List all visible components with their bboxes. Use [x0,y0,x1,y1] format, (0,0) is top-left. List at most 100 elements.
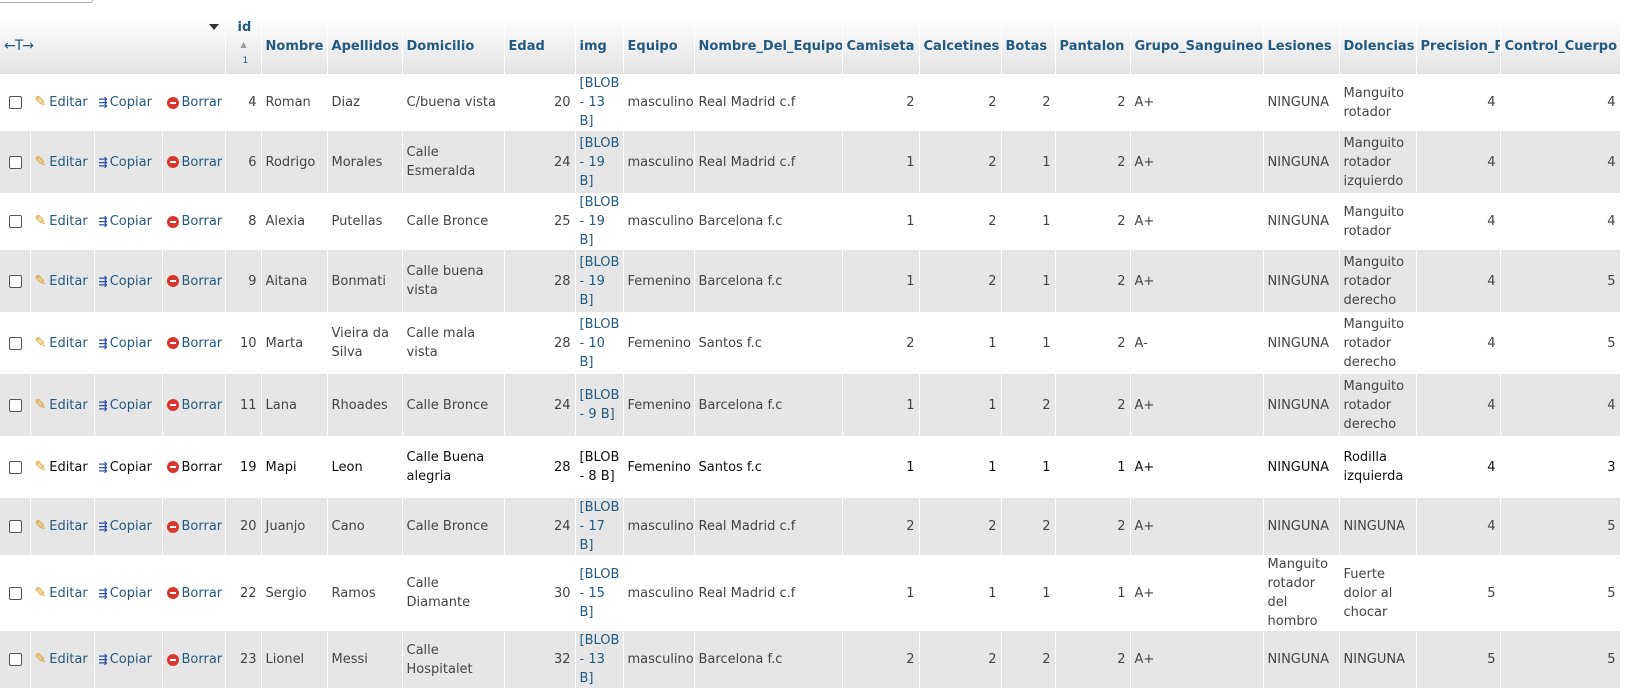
copy-icon[interactable]: ⇶ [99,650,108,669]
pencil-icon[interactable]: ✎ [35,334,47,353]
copy-icon[interactable]: ⇶ [99,517,108,536]
cell-img[interactable]: [BLOB - 15 B] [575,555,624,631]
column-header-img[interactable]: img [575,18,624,74]
delete-button-label[interactable]: Borrar [182,336,223,351]
copy-button[interactable]: ⇶ Copiar [94,131,163,193]
column-header-dolencias[interactable]: Dolencias [1339,18,1417,74]
delete-button-label[interactable]: Borrar [182,155,223,170]
copy-button-label[interactable]: Copiar [110,652,152,667]
column-header-botas[interactable]: Botas [1001,18,1056,74]
pencil-icon[interactable]: ✎ [35,517,47,536]
delete-icon[interactable] [166,587,179,599]
copy-button-label[interactable]: Copiar [110,460,152,475]
column-header-nombre[interactable]: Nombre [261,18,328,74]
delete-button[interactable]: Borrar [162,131,226,193]
edit-button[interactable]: ✎ Editar [30,193,95,250]
copy-button-label[interactable]: Copiar [110,155,152,170]
column-header-pantalon[interactable]: Pantalon [1055,18,1131,74]
delete-button-label[interactable]: Borrar [182,652,223,667]
cell-img[interactable]: [BLOB - 19 B] [575,250,624,312]
delete-button[interactable]: Borrar [162,250,226,312]
edit-button[interactable]: ✎ Editar [30,374,95,436]
copy-button[interactable]: ⇶ Copiar [94,436,163,498]
cell-img[interactable]: [BLOB - 8 B] [575,436,624,498]
delete-button[interactable]: Borrar [162,74,226,131]
delete-button-label[interactable]: Borrar [182,586,223,601]
copy-button[interactable]: ⇶ Copiar [94,631,163,688]
edit-button[interactable]: ✎ Editar [30,74,95,131]
delete-icon[interactable] [166,520,179,533]
edit-button[interactable]: ✎ Editar [30,631,95,688]
delete-icon[interactable] [166,461,179,473]
copy-button-label[interactable]: Copiar [110,274,152,289]
delete-button[interactable]: Borrar [162,312,226,374]
delete-button-label[interactable]: Borrar [182,398,223,413]
copy-button[interactable]: ⇶ Copiar [94,193,163,250]
row-checkbox[interactable] [9,653,22,666]
cell-img[interactable]: [BLOB - 19 B] [575,193,624,250]
row-checkbox[interactable] [9,336,22,350]
copy-icon[interactable]: ⇶ [99,272,108,291]
delete-icon[interactable] [166,215,179,228]
copy-icon[interactable]: ⇶ [99,396,108,415]
cell-img[interactable]: [BLOB - 13 B] [575,74,624,131]
column-header-calcetines[interactable]: Calcetines [919,18,1002,74]
row-checkbox[interactable] [9,586,22,600]
edit-button-label[interactable]: Editar [49,336,88,351]
row-checkbox[interactable] [9,96,22,109]
delete-button[interactable]: Borrar [162,193,226,250]
dropdown-caret-icon[interactable] [208,24,219,30]
delete-button-label[interactable]: Borrar [182,519,223,534]
column-header-apellidos[interactable]: Apellidos [327,18,403,74]
row-checkbox[interactable] [9,215,22,228]
edit-button[interactable]: ✎ Editar [30,312,95,374]
pencil-icon[interactable]: ✎ [35,212,47,231]
column-header-precision-pases[interactable]: Precision_Pases [1416,18,1501,74]
column-header-control-cuerpo[interactable]: Control_Cuerpo [1500,18,1621,74]
edit-button-label[interactable]: Editar [49,155,88,170]
edit-button-label[interactable]: Editar [49,274,88,289]
edit-button[interactable]: ✎ Editar [30,250,95,312]
delete-button-label[interactable]: Borrar [182,274,223,289]
copy-button[interactable]: ⇶ Copiar [94,74,163,131]
column-header-edad[interactable]: Edad [504,18,576,74]
row-checkbox[interactable] [9,155,22,169]
edit-button-label[interactable]: Editar [49,95,88,110]
edit-button[interactable]: ✎ Editar [30,131,95,193]
copy-button-label[interactable]: Copiar [110,336,152,351]
column-header-nombre-del-equipo[interactable]: Nombre_Del_Equipo [694,18,843,74]
copy-button-label[interactable]: Copiar [110,95,152,110]
row-checkbox[interactable] [9,460,22,474]
copy-button[interactable]: ⇶ Copiar [94,374,163,436]
column-header-id-label[interactable]: id [238,20,252,35]
delete-button[interactable]: Borrar [162,555,226,631]
copy-button-label[interactable]: Copiar [110,214,152,229]
edit-button-label[interactable]: Editar [49,652,88,667]
copy-icon[interactable]: ⇶ [99,212,108,231]
cell-img[interactable]: [BLOB - 9 B] [575,374,624,436]
copy-icon[interactable]: ⇶ [99,93,108,112]
copy-button[interactable]: ⇶ Copiar [94,250,163,312]
copy-button-label[interactable]: Copiar [110,586,152,601]
pencil-icon[interactable]: ✎ [35,93,47,112]
column-header-domicilio[interactable]: Domicilio [402,18,505,74]
edit-button-label[interactable]: Editar [49,214,88,229]
delete-icon[interactable] [166,653,179,666]
delete-button[interactable]: Borrar [162,498,226,555]
copy-icon[interactable]: ⇶ [99,458,108,477]
column-header-camiseta[interactable]: Camiseta [842,18,920,74]
pencil-icon[interactable]: ✎ [35,584,47,603]
delete-button[interactable]: Borrar [162,631,226,688]
delete-icon[interactable] [166,156,179,168]
delete-button[interactable]: Borrar [162,436,226,498]
edit-button-label[interactable]: Editar [49,398,88,413]
delete-icon[interactable] [166,337,179,349]
column-header-id[interactable]: id ▲ 1 [225,18,262,74]
delete-button-label[interactable]: Borrar [182,95,223,110]
delete-button[interactable]: Borrar [162,374,226,436]
edit-button[interactable]: ✎ Editar [30,498,95,555]
delete-icon[interactable] [166,275,179,287]
delete-button-label[interactable]: Borrar [182,460,223,475]
pencil-icon[interactable]: ✎ [35,396,47,415]
row-checkbox[interactable] [9,520,22,533]
